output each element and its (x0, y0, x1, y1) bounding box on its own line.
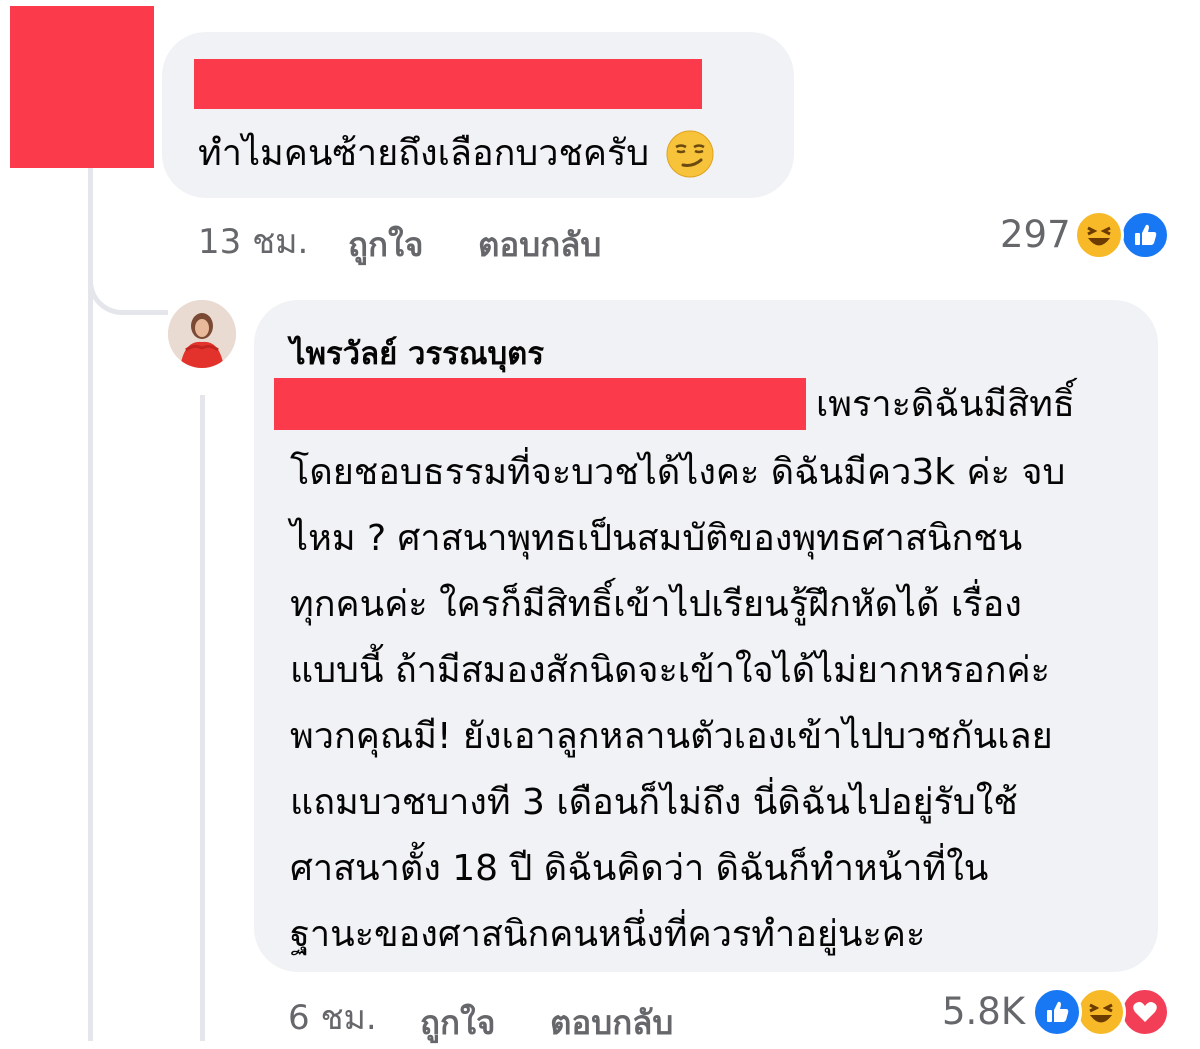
reply-text-line-9: ฐานะของศาสนิกคนหนึ่งที่ควรทำอยู่นะคะ (290, 914, 926, 955)
reply-text-line-1: เพราะดิฉันมีสิทธิ์ (816, 384, 1075, 425)
like-reaction-icon[interactable] (1120, 210, 1170, 260)
thread-line-curve (88, 240, 168, 315)
redacted-author-name (194, 59, 702, 109)
reply-text-line-6: พวกคุณมี! ยังเอาลูกหลานตัวเองเข้าไปบวชกั… (290, 716, 1053, 757)
love-reaction-icon[interactable] (1120, 987, 1170, 1037)
reply-time[interactable]: 6 ชม. (288, 990, 377, 1044)
like-reaction-icon[interactable] (1032, 987, 1082, 1037)
reply-author-name[interactable]: ไพรวัลย์ วรรณบุตร (290, 328, 544, 378)
reply-bubble: ไพรวัลย์ วรรณบุตร เพราะดิฉันมีสิทธิ์ โดย… (254, 300, 1158, 972)
redacted-avatar (10, 6, 154, 168)
reaction-count[interactable]: 297 (1000, 213, 1071, 256)
comment-bubble: ทำไมคนซ้ายถึงเลือกบวชครับ (162, 32, 794, 198)
haha-reaction-icon[interactable] (1074, 210, 1124, 260)
reply-reply-button[interactable]: ตอบกลับ (550, 996, 673, 1049)
avatar[interactable] (168, 300, 236, 368)
reply-reaction-count[interactable]: 5.8K (942, 990, 1025, 1033)
comment-text: ทำไมคนซ้ายถึงเลือกบวชครับ (198, 133, 650, 174)
reply-text-line-4: ทุกคนค่ะ ใครก็มีสิทธิ์เข้าไปเรียนรู้ฝึกห… (290, 584, 1022, 625)
redacted-mention (274, 378, 806, 430)
reply-thread-line (200, 395, 205, 1041)
like-button[interactable]: ถูกใจ (348, 218, 423, 271)
reply-text-line-5: แบบนี้ ถ้ามีสมองสักนิดจะเข้าใจได้ไม่ยากห… (290, 650, 1050, 691)
haha-reaction-icon[interactable] (1076, 987, 1126, 1037)
reply-text-line-3: ไหม ? ศาสนาพุทธเป็นสมบัติของพุทธศาสนิกชน (290, 518, 1023, 559)
reply-text-line-2: โดยชอบธรรมที่จะบวชได้ไงคะ ดิฉันมีคว3k ค่… (290, 452, 1066, 493)
reply-text-line-7: แถมบวชบางที 3 เดือนก็ไม่ถึง นี่ดิฉันไปอย… (290, 782, 1018, 823)
reply-text-line-8: ศาสนาตั้ง 18 ปี ดิฉันคิดว่า ดิฉันก็ทำหน้… (290, 848, 989, 889)
reply-meta: 6 ชม. ถูกใจ ตอบกลับ 5.8K (288, 987, 1170, 1042)
smirk-emoji-icon (665, 129, 715, 179)
reply-button[interactable]: ตอบกลับ (478, 218, 601, 271)
comment-time[interactable]: 13 ชม. (198, 214, 308, 268)
comment-meta: 13 ชม. ถูกใจ ตอบกลับ 297 (198, 210, 1170, 264)
reply-like-button[interactable]: ถูกใจ (420, 996, 495, 1049)
